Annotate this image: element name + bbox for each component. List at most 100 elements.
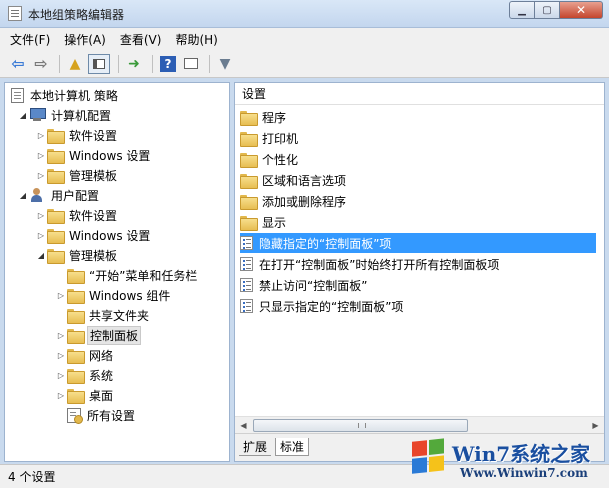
tree-item[interactable]: ▷ Windows 设置 [35,145,152,165]
tree-item[interactable]: 本地计算机 策略 [11,85,120,105]
menu-view[interactable]: 查看(V) [120,31,162,48]
scroll-left-icon[interactable]: ◀ [235,417,252,434]
tree-item[interactable]: ▷ 软件设置 [35,125,119,145]
list-item-folder[interactable]: 程序 [240,107,596,127]
user-icon [29,187,45,203]
settings-list-pane[interactable]: 设置 程序打印机个性化区域和语言选项 添加或删除程序 显示隐藏指定的“控制面板”项在… [234,82,605,462]
list-item-policy[interactable]: 在打开“控制面板”时始终打开所有控制面板项 [240,254,596,274]
back-arrow-icon[interactable]: ⇦ [8,54,28,74]
tree-item[interactable]: 共享文件夹 [55,305,151,325]
tree-item[interactable]: ▷ Windows 组件 [55,285,172,305]
maximize-button[interactable]: ▢ [535,1,560,19]
tree-pane[interactable]: 本地计算机 策略 ◢ 计算机配置 ▷ 软件设置 ▷ Windows 设置 ▷ 管理模板 ◢ 用户配置… [4,82,230,462]
folder-icon [67,288,85,304]
list-item-folder[interactable]: 添加或删除程序 [240,191,596,211]
tree-item-label: Windows 设置 [69,148,151,163]
expand-arrow-icon[interactable]: ▷ [55,371,67,380]
list-item-folder[interactable]: 个性化 [240,149,596,169]
folder-icon [240,152,258,168]
list-item-label: 显示 [262,215,287,230]
status-text: 4 个设置 [8,470,56,484]
folder-icon [47,208,65,224]
expand-arrow-icon[interactable]: ▷ [55,391,67,400]
title-bar: 本地组策略编辑器 ▁ ▢ ✕ [0,0,609,28]
list-item-folder[interactable]: 区域和语言选项 [240,170,596,190]
list-item-label: 添加或删除程序 [262,194,347,209]
toolbar-separator [209,54,210,73]
up-folder-icon[interactable]: ▲ [65,54,85,74]
policy-document-icon [11,87,24,103]
forward-arrow-icon[interactable]: ⇨ [31,54,51,74]
tree-item-label: 桌面 [89,388,114,403]
tree-item[interactable]: ◢ 用户配置 [17,185,101,205]
collapse-arrow-icon[interactable]: ◢ [17,111,29,120]
show-hide-tree-icon[interactable] [88,53,110,74]
list-item-label: 程序 [262,110,287,125]
close-button[interactable]: ✕ [560,1,603,19]
expand-arrow-icon[interactable]: ▷ [35,211,47,220]
tree-item[interactable]: ▷ Windows 设置 [35,225,152,245]
scroll-thumb[interactable] [253,419,468,432]
watermark-logo: Win7系统之家 Www.Winwin7.com [412,436,607,486]
folder-icon [67,328,85,344]
all-settings-icon [67,407,83,424]
tree-item[interactable]: ▷ 管理模板 [35,165,119,185]
tree-item[interactable]: ▷ 软件设置 [35,205,119,225]
tree-item[interactable]: ▷ 控制面板 [55,325,142,345]
list-item-policy[interactable]: 隐藏指定的“控制面板”项 [240,233,596,253]
tree-item[interactable]: ▷ 网络 [55,345,115,365]
expand-arrow-icon[interactable]: ▷ [55,291,67,300]
expand-arrow-icon[interactable]: ▷ [55,331,67,340]
collapse-arrow-icon[interactable]: ◢ [17,191,29,200]
tab-extended[interactable]: 扩展 [239,438,272,456]
tree-item[interactable]: “开始”菜单和任务栏 [55,265,199,285]
properties-view-icon[interactable] [181,54,201,74]
tab-standard[interactable]: 标准 [275,438,310,456]
tree-item[interactable]: ▷ 系统 [55,365,115,385]
folder-icon [67,388,85,404]
list-item-label: 区域和语言选项 [262,173,347,188]
expand-arrow-icon[interactable]: ▷ [35,151,47,160]
tree-item[interactable]: ◢ 管理模板 [35,245,119,265]
list-item-label: 个性化 [262,152,299,167]
tree-item-label: 软件设置 [69,208,118,223]
column-header-settings[interactable]: 设置 [235,83,604,105]
tree-item-label: “开始”菜单和任务栏 [89,268,198,283]
filter-icon[interactable]: ▼ [215,54,235,74]
toolbar: ⇦ ⇨ ▲ ➜ ? ▼ [0,50,609,78]
menu-action[interactable]: 操作(A) [64,31,106,48]
scroll-right-icon[interactable]: ▶ [587,417,604,434]
toolbar-separator [152,54,153,73]
tree-item-label: 网络 [89,348,114,363]
tree-item[interactable]: ◢ 计算机配置 [17,105,113,125]
tree-item[interactable]: ▷ 桌面 [55,385,115,405]
menu-file[interactable]: 文件(F) [10,31,50,48]
expand-arrow-icon[interactable]: ▷ [35,231,47,240]
tree-item[interactable]: 所有设置 [55,405,137,425]
list-item-folder[interactable]: 显示 [240,212,596,232]
menu-help[interactable]: 帮助(H) [175,31,217,48]
expand-arrow-icon[interactable]: ▷ [55,351,67,360]
expand-arrow-icon[interactable]: ▷ [35,131,47,140]
list-item-folder[interactable]: 打印机 [240,128,596,148]
export-list-icon[interactable]: ➜ [124,54,144,74]
list-item-policy[interactable]: 禁止访问“控制面板” [240,275,596,295]
folder-icon [67,308,85,324]
tree-item-label: 系统 [89,368,114,383]
minimize-button[interactable]: ▁ [509,1,535,19]
watermark-url: Www.Winwin7.com [460,466,588,480]
horizontal-scrollbar[interactable]: ◀ ▶ [235,416,604,433]
expand-arrow-icon[interactable]: ▷ [35,171,47,180]
tree-item-label: 共享文件夹 [89,308,150,323]
help-icon[interactable]: ? [160,55,176,72]
folder-icon [240,131,258,147]
tree-item-label: Windows 组件 [89,288,171,303]
tree-item-label: 管理模板 [69,248,118,263]
folder-icon [240,110,258,126]
watermark-brand: Win7系统之家 [452,442,591,466]
collapse-arrow-icon[interactable]: ◢ [35,251,47,260]
list-item-policy[interactable]: 只显示指定的“控制面板”项 [240,296,596,316]
folder-icon [47,248,65,264]
toolbar-separator [118,54,119,73]
tree-item-label: 所有设置 [87,408,136,423]
